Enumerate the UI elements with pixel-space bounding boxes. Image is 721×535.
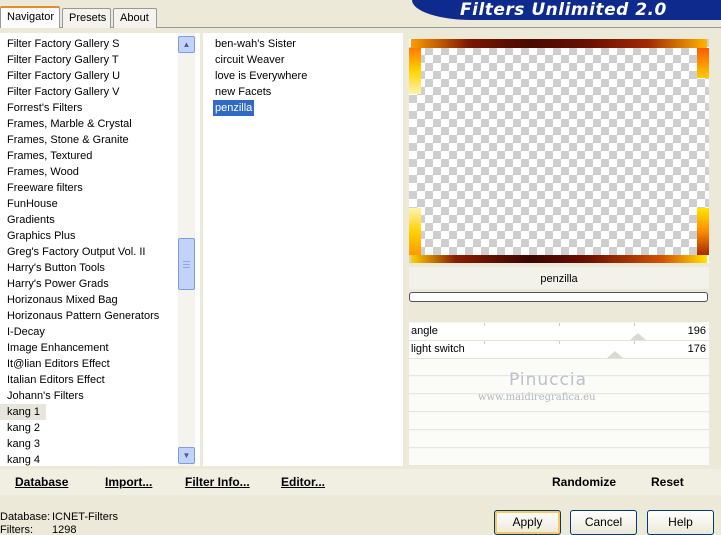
category-item[interactable]: Frames, Wood (0, 164, 200, 180)
category-item[interactable]: Gradients (0, 212, 200, 228)
scroll-thumb[interactable] (178, 238, 195, 290)
category-item[interactable]: Frames, Textured (0, 148, 200, 164)
category-scrollbar[interactable]: ▲ ▼ (178, 33, 195, 466)
database-button[interactable]: Database (15, 475, 68, 489)
category-item[interactable]: FunHouse (0, 196, 200, 212)
grip-line (183, 261, 190, 262)
category-item[interactable]: I-Decay (0, 324, 200, 340)
parameter-label: angle (411, 325, 438, 337)
category-item[interactable]: Forrest's Filters (0, 100, 200, 116)
preview-frame-left (409, 48, 421, 94)
category-item[interactable]: Horizonaus Pattern Generators (0, 308, 200, 324)
progress-bar (409, 292, 708, 302)
category-item[interactable]: Harry's Button Tools (0, 260, 200, 276)
category-item[interactable]: Frames, Marble & Crystal (0, 116, 200, 132)
slider-tick (484, 323, 485, 326)
category-item[interactable]: Filter Factory Gallery V (0, 84, 200, 100)
import-button[interactable]: Import... (105, 475, 152, 489)
slider-tick (559, 341, 560, 344)
cancel-button[interactable]: Cancel (570, 510, 637, 535)
help-button[interactable]: Help (647, 510, 714, 535)
editor-button[interactable]: Editor... (281, 475, 325, 489)
filter-item[interactable]: circuit Weaver (213, 52, 286, 68)
preview-frame-bottom (411, 255, 707, 263)
category-item[interactable]: Filter Factory Gallery U (0, 68, 200, 84)
filter-item[interactable]: ben-wah's Sister (213, 36, 298, 52)
category-list: Filter Factory Gallery S Filter Factory … (0, 36, 200, 468)
category-item[interactable]: Greg's Factory Output Vol. II (0, 244, 200, 260)
tab-about[interactable]: About (113, 8, 157, 28)
category-item[interactable]: Image Enhancement (0, 340, 200, 356)
grip-line (183, 264, 190, 265)
category-list-panel: Filter Factory Gallery S Filter Factory … (0, 33, 200, 466)
category-item[interactable]: Freeware filters (0, 180, 200, 196)
category-item[interactable]: kang 4 (0, 452, 200, 468)
category-item[interactable]: Frames, Stone & Granite (0, 132, 200, 148)
filter-info-button[interactable]: Filter Info... (185, 475, 250, 489)
empty-parameter-row (409, 413, 709, 430)
category-item[interactable]: kang 2 (0, 420, 200, 436)
category-item[interactable]: Harry's Power Grads (0, 276, 200, 292)
category-item[interactable]: Filter Factory Gallery S (0, 36, 200, 52)
parameter-label: light switch (411, 343, 465, 355)
category-item[interactable]: kang 3 (0, 436, 200, 452)
preview-frame-right (697, 48, 709, 78)
parameter-angle[interactable]: angle 196 (409, 323, 709, 341)
randomize-button[interactable]: Randomize (552, 475, 616, 489)
database-info: Database: ICNET-Filters Filters: 1298 (0, 511, 118, 535)
preview-frame-right (697, 208, 709, 255)
category-item-selected[interactable]: kang 1 (0, 404, 46, 420)
tab-presets[interactable]: Presets (62, 8, 111, 28)
category-item[interactable]: Graphics Plus (0, 228, 200, 244)
slider-tick (634, 323, 635, 326)
parameter-value: 176 (687, 343, 706, 355)
filter-item[interactable]: new Facets (213, 84, 273, 100)
filters-count-value: 1298 (52, 524, 77, 535)
preview-image (409, 39, 709, 263)
scroll-down-icon[interactable]: ▼ (178, 447, 195, 464)
slider-tick (559, 323, 560, 326)
slider-tick (634, 341, 635, 344)
slider-marker-icon[interactable] (607, 351, 623, 358)
category-item[interactable]: Filter Factory Gallery T (0, 52, 200, 68)
watermark-name: Pinuccia (509, 370, 587, 390)
slider-marker-icon[interactable] (630, 333, 646, 340)
filter-item[interactable]: love is Everywhere (213, 68, 309, 84)
apply-button[interactable]: Apply (494, 510, 561, 535)
filter-item-selected[interactable]: penzilla (213, 100, 255, 116)
database-label: Database: (0, 511, 51, 523)
bottom-toolbar: Database Import... Filter Info... Editor… (0, 469, 721, 495)
database-value: ICNET-Filters (52, 511, 118, 523)
reset-button[interactable]: Reset (651, 475, 684, 489)
empty-parameter-row (409, 431, 709, 448)
category-item[interactable]: It@lian Editors Effect (0, 356, 200, 372)
category-item[interactable]: Horizonaus Mixed Bag (0, 292, 200, 308)
grip-line (183, 267, 190, 268)
parameter-value: 196 (687, 325, 706, 337)
filter-name-label: penzilla (409, 267, 709, 289)
empty-parameter-row (409, 449, 709, 466)
category-item[interactable]: Johann's Filters (0, 388, 200, 404)
tab-navigator[interactable]: Navigator (0, 6, 60, 28)
preview-frame-left (409, 208, 421, 255)
category-item[interactable]: Italian Editors Effect (0, 372, 200, 388)
preview-frame-top (411, 39, 707, 48)
scroll-up-icon[interactable]: ▲ (178, 36, 195, 53)
watermark-url: www.maidiregrafica.eu (478, 392, 596, 403)
parameter-light-switch[interactable]: light switch 176 (409, 341, 709, 359)
filters-count-label: Filters: (0, 524, 33, 535)
filter-list: ben-wah's Sister circuit Weaver love is … (203, 36, 403, 116)
filter-list-panel: ben-wah's Sister circuit Weaver love is … (203, 33, 403, 466)
app-title: Filters Unlimited 2.0 (460, 0, 667, 20)
slider-tick (484, 341, 485, 344)
